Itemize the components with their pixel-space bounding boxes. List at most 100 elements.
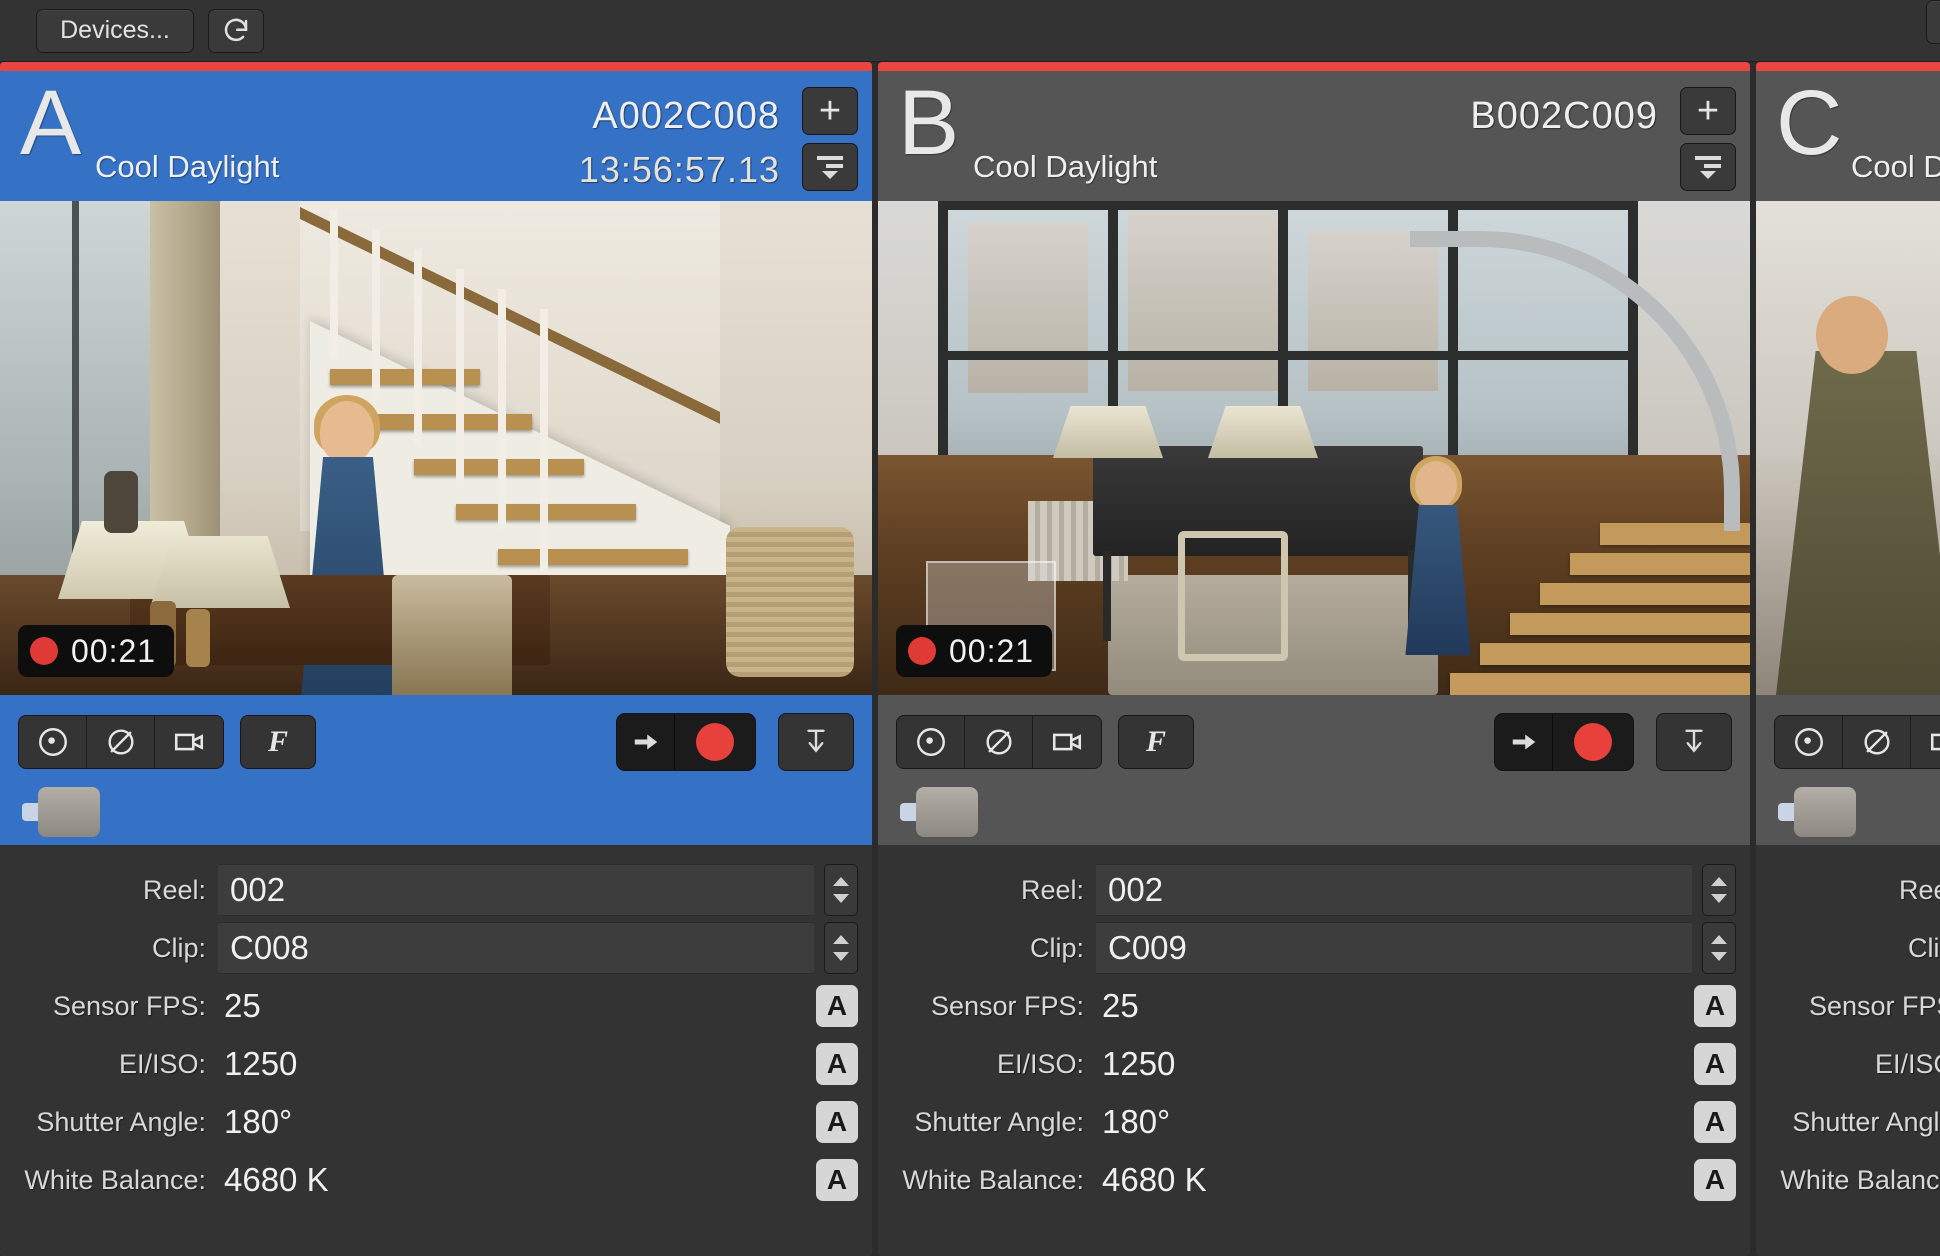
timecode-a: 13:56:57.13 xyxy=(578,149,780,190)
control-bar-c xyxy=(1756,695,1940,845)
camera-panel-a[interactable]: A Cool Daylight A002C008 13:56:57.13 + 0… xyxy=(0,62,872,1256)
iris-icon[interactable] xyxy=(19,716,87,768)
video-preview-c[interactable] xyxy=(1756,201,1940,695)
arrow-right-icon[interactable] xyxy=(617,714,675,770)
camera-letter-b: B xyxy=(898,72,960,174)
white-balance-auto-badge-b[interactable]: A xyxy=(1694,1159,1736,1201)
camera-preset-b: Cool Daylight xyxy=(973,149,1158,184)
shutter-angle-auto-badge-b[interactable]: A xyxy=(1694,1101,1736,1143)
reel-row-b: Reel: 002 xyxy=(878,861,1736,919)
camera-icon[interactable] xyxy=(1911,716,1940,768)
sensor-fps-auto-badge-b[interactable]: A xyxy=(1694,985,1736,1027)
control-bar-a: F xyxy=(0,695,872,845)
sensor-fps-auto-badge-a[interactable]: A xyxy=(816,985,858,1027)
clip-row-b: Clip: C009 xyxy=(878,919,1736,977)
clip-stepper-a[interactable] xyxy=(824,922,858,974)
shutter-angle-row-b: Shutter Angle: 180° A xyxy=(878,1093,1736,1151)
download-button-b[interactable] xyxy=(1656,713,1732,771)
ei-iso-auto-badge-a[interactable]: A xyxy=(816,1043,858,1085)
scene-image-b xyxy=(878,201,1750,695)
focus-button-b[interactable]: F xyxy=(1118,715,1194,769)
camera-panel-strip: A Cool Daylight A 002 C008 13:56:57.13 + 0… xyxy=(0,62,1940,1256)
iris-slider-b[interactable] xyxy=(896,785,1732,837)
recording-badge-b: 00:21 xyxy=(896,625,1053,677)
clip-row-c: Clip: xyxy=(1756,919,1940,977)
ei-iso-value-b[interactable]: 1250 xyxy=(1096,1045,1684,1083)
white-balance-value-a[interactable]: 4680 K xyxy=(218,1161,806,1199)
nd-filter-icon[interactable] xyxy=(965,716,1033,768)
recording-duration-b: 00:21 xyxy=(949,632,1035,669)
panel-menu-button-b[interactable] xyxy=(1680,143,1736,191)
white-balance-value-b[interactable]: 4680 K xyxy=(1096,1161,1684,1199)
nd-filter-icon[interactable] xyxy=(1843,716,1911,768)
record-button-a[interactable] xyxy=(675,714,755,770)
reel-input-b[interactable]: 002 xyxy=(1096,864,1692,916)
sensor-fps-row-a: Sensor FPS: 25 A xyxy=(0,977,858,1035)
camera-control-segment-b xyxy=(896,715,1102,769)
download-button-a[interactable] xyxy=(778,713,854,771)
shutter-angle-auto-badge-a[interactable]: A xyxy=(816,1101,858,1143)
auto-badge-label: A xyxy=(1704,1164,1726,1195)
focus-f-icon: F xyxy=(1145,725,1166,758)
slider-knob[interactable] xyxy=(1794,787,1856,837)
camera-panel-c[interactable]: C Cool D Re Cli Sensor FP EI/IS Shutter … xyxy=(1756,62,1940,1256)
sensor-fps-value-a[interactable]: 25 xyxy=(218,987,806,1025)
nd-filter-icon[interactable] xyxy=(87,716,155,768)
ei-iso-value-a[interactable]: 1250 xyxy=(218,1045,806,1083)
sensor-fps-label: Sensor FPS: xyxy=(52,990,206,1021)
video-preview-b[interactable]: 00:21 xyxy=(878,201,1750,695)
sensor-fps-value-b[interactable]: 25 xyxy=(1096,987,1684,1025)
refresh-icon[interactable] xyxy=(208,8,264,53)
ei-iso-label: EI/ISO: xyxy=(1874,1048,1940,1079)
panel-menu-button-a[interactable] xyxy=(802,143,858,191)
toolbar-overflow-button[interactable] xyxy=(1926,0,1940,44)
devices-button[interactable]: Devices... xyxy=(36,8,194,53)
recording-duration-a: 00:21 xyxy=(71,632,157,669)
add-button-b[interactable]: + xyxy=(1680,87,1736,135)
shutter-angle-value-a[interactable]: 180° xyxy=(218,1103,806,1141)
iris-slider-a[interactable] xyxy=(18,785,854,837)
camera-control-segment-a xyxy=(18,715,224,769)
ei-iso-auto-badge-b[interactable]: A xyxy=(1694,1043,1736,1085)
white-balance-label: White Balance: xyxy=(902,1164,1084,1195)
shutter-angle-label: Shutter Angle: xyxy=(1792,1106,1940,1137)
camera-icon[interactable] xyxy=(155,716,223,768)
slider-knob[interactable] xyxy=(38,787,100,837)
recording-indicator-bar-a xyxy=(0,62,872,71)
video-preview-a[interactable]: 00:21 xyxy=(0,201,872,695)
reel-label: Reel: xyxy=(1898,874,1940,905)
iris-icon[interactable] xyxy=(897,716,965,768)
shutter-angle-row-a: Shutter Angle: 180° A xyxy=(0,1093,858,1151)
auto-badge-label: A xyxy=(826,1048,848,1079)
record-button-b[interactable] xyxy=(1553,714,1633,770)
clip-input-a[interactable]: C008 xyxy=(218,922,814,974)
reel-row-c: Reel: xyxy=(1756,861,1940,919)
shutter-angle-row-c: Shutter Angle: xyxy=(1756,1093,1940,1151)
iris-slider-c[interactable] xyxy=(1774,785,1940,837)
control-bar-b: F xyxy=(878,695,1750,845)
panel-header-c: C Cool D xyxy=(1756,71,1940,201)
clip-value-b: C009 xyxy=(1108,929,1187,966)
iris-icon[interactable] xyxy=(1775,716,1843,768)
reel-stepper-a[interactable] xyxy=(824,864,858,916)
recording-indicator-bar-c xyxy=(1756,62,1940,71)
devices-button-label: Devices... xyxy=(60,16,170,44)
slider-knob[interactable] xyxy=(916,787,978,837)
record-group-a xyxy=(616,713,756,771)
auto-badge-label: A xyxy=(1704,1048,1726,1079)
reel-stepper-b[interactable] xyxy=(1702,864,1736,916)
clip-input-b[interactable]: C009 xyxy=(1096,922,1692,974)
camera-icon[interactable] xyxy=(1033,716,1101,768)
shutter-angle-value-b[interactable]: 180° xyxy=(1096,1103,1684,1141)
camera-panel-b[interactable]: B Cool Daylight B002C009 + 00:21 F Reel:… xyxy=(878,62,1750,1256)
reel-input-a[interactable]: 002 xyxy=(218,864,814,916)
arrow-right-icon[interactable] xyxy=(1495,714,1553,770)
white-balance-auto-badge-a[interactable]: A xyxy=(816,1159,858,1201)
clip-stepper-b[interactable] xyxy=(1702,922,1736,974)
add-button-a[interactable]: + xyxy=(802,87,858,135)
record-group-b xyxy=(1494,713,1634,771)
recording-indicator-bar-b xyxy=(878,62,1750,71)
focus-button-a[interactable]: F xyxy=(240,715,316,769)
shutter-angle-label: Shutter Angle: xyxy=(36,1106,206,1137)
reel-row-a: Reel: 002 xyxy=(0,861,858,919)
